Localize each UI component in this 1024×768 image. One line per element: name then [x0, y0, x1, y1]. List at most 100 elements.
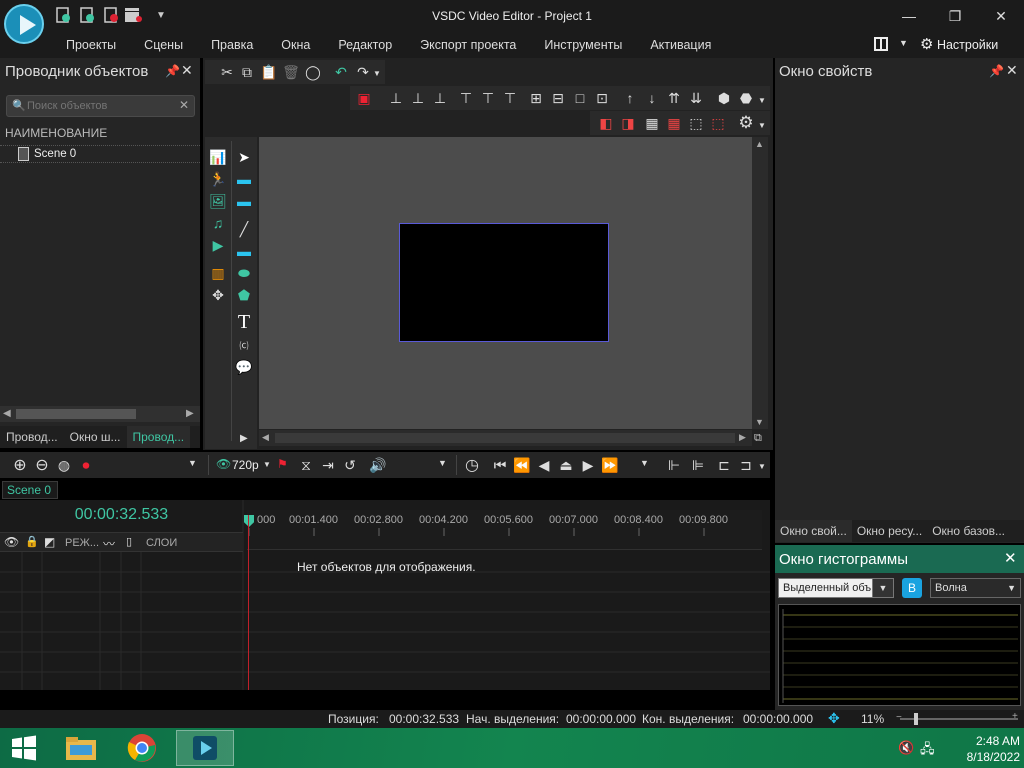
delete-icon[interactable]: 🗑	[281, 62, 301, 82]
resolution-dropdown-icon[interactable]: ▼	[263, 460, 271, 469]
snap-objects-icon[interactable]: ◨	[618, 113, 638, 133]
redo-icon[interactable]: ↷	[353, 62, 373, 82]
video-tool-icon[interactable]: ▶	[208, 235, 228, 255]
guides-icon[interactable]: ⬚	[686, 113, 706, 133]
tree-item-scene[interactable]: Scene 0	[0, 145, 200, 163]
preview-eye-icon[interactable]: 👁	[216, 457, 231, 471]
tools-expand-icon[interactable]: ▶	[240, 433, 248, 444]
go-start-icon[interactable]: ⏮	[490, 455, 510, 475]
menu-activation[interactable]: Активация	[636, 36, 725, 54]
vertical-scrollbar[interactable]: ▲ ▼	[752, 137, 768, 429]
bring-front-icon[interactable]: ⇈	[664, 88, 684, 108]
canvas-scroll-right-icon[interactable]: ▶	[739, 432, 746, 443]
audio-wave-icon[interactable]: 〰	[103, 535, 115, 552]
menu-export[interactable]: Экспорт проекта	[406, 36, 530, 54]
play-icon[interactable]: ▶	[578, 455, 598, 475]
multi-select-tool-icon[interactable]: ▬	[234, 191, 254, 211]
scroll-thumb[interactable]	[16, 409, 136, 419]
zoom-fit-icon[interactable]: ⊏	[714, 455, 734, 475]
tab-basic-effects[interactable]: Окно базов...	[927, 520, 1010, 542]
image-tool-icon[interactable]: 🖼	[208, 191, 228, 211]
histogram-source-dropdown-icon[interactable]: ▼	[872, 578, 894, 598]
audio-tool-icon[interactable]: ♫	[208, 213, 228, 233]
histogram-close-icon[interactable]: ✕	[1004, 549, 1017, 567]
canvas-scroll-thumb[interactable]	[275, 433, 735, 443]
menu-scenes[interactable]: Сцены	[130, 36, 197, 54]
move-tool-icon[interactable]: ✥	[208, 285, 228, 305]
stop-icon[interactable]: ⏏	[556, 455, 576, 475]
resolution-value[interactable]: 720p	[232, 458, 259, 472]
playhead-line[interactable]	[248, 515, 249, 690]
canvas-corner-icon[interactable]: ⧉	[754, 432, 762, 445]
layout-icon[interactable]	[873, 36, 889, 52]
paste-icon[interactable]: 📋	[259, 62, 279, 82]
preview-flag-icon[interactable]: ⚑	[277, 457, 288, 471]
free-shape-tool-icon[interactable]: ⬟	[234, 285, 254, 305]
menu-editor[interactable]: Редактор	[324, 36, 406, 54]
tl-tools-dropdown-icon[interactable]: ▼	[188, 458, 197, 468]
rectangle-tool-icon[interactable]: ▬	[234, 241, 254, 261]
layer-file-icon[interactable]: ▯	[126, 535, 132, 548]
menu-windows[interactable]: Окна	[267, 36, 324, 54]
blend-shapes-icon[interactable]: ◩	[44, 535, 55, 549]
minimize-icon[interactable]: —	[897, 6, 921, 26]
line-tool-icon[interactable]: ╱	[234, 219, 254, 239]
distribute-v-icon[interactable]: ⊟	[548, 88, 568, 108]
fast-forward-icon[interactable]: ⏩	[600, 455, 620, 475]
align-middle-icon[interactable]: ⊤	[478, 88, 498, 108]
blend-mode-header[interactable]: РЕЖ...	[65, 537, 99, 549]
rewind-icon[interactable]: ⏪	[512, 455, 532, 475]
zoom-slider-thumb[interactable]	[914, 713, 918, 725]
redo-dropdown-icon[interactable]: ▼	[373, 69, 381, 78]
ellipse-tool-icon[interactable]: ⬬	[234, 263, 254, 283]
file-explorer-icon[interactable]	[57, 730, 105, 766]
menu-edit[interactable]: Правка	[197, 36, 267, 54]
grid-dropdown-icon[interactable]: ▼	[758, 121, 766, 130]
timeline-scene-tab[interactable]: Scene 0	[2, 481, 58, 499]
tab-resources[interactable]: Окно ресу...	[852, 520, 927, 542]
pin-icon[interactable]: 📌	[165, 64, 180, 78]
align-dropdown-icon[interactable]: ▼	[758, 96, 766, 105]
zoom-slider[interactable]: − +	[896, 711, 1018, 725]
canvas-scroll-left-icon[interactable]: ◀	[262, 432, 269, 443]
histogram-mode-select[interactable]: Волна ▼	[930, 578, 1021, 598]
zoom-tracks-icon[interactable]: ⊐	[736, 455, 756, 475]
add-layer-icon[interactable]: ⊕	[10, 455, 30, 475]
vsdc-taskbar-icon[interactable]	[176, 730, 234, 766]
safe-zone-icon[interactable]: ⬚	[708, 113, 728, 133]
undo-icon[interactable]: ↶	[331, 62, 351, 82]
record-icon[interactable]: ⏺	[76, 455, 96, 475]
remove-layer-icon[interactable]: ⊖	[32, 455, 52, 475]
properties-close-icon[interactable]: ✕	[1006, 62, 1018, 79]
markers-icon[interactable]: ⊫	[688, 455, 708, 475]
scroll-right-icon[interactable]: ▶	[186, 408, 194, 419]
distribute-h-icon[interactable]: ⊞	[526, 88, 546, 108]
start-windows-icon[interactable]	[0, 730, 48, 766]
send-back-icon[interactable]: ⇊	[686, 88, 706, 108]
grid-snap-icon[interactable]: ▦	[664, 113, 684, 133]
group-icon[interactable]: ⬢	[714, 88, 734, 108]
channel-b-badge[interactable]: B	[902, 578, 922, 598]
tab-project-explorer[interactable]: Провод...	[126, 426, 191, 448]
canvas-horizontal-scrollbar[interactable]: ◀ ▶	[259, 430, 752, 446]
layers-header[interactable]: СЛОИ	[146, 537, 177, 549]
tl-dropdown-3-icon[interactable]: ▼	[640, 458, 649, 468]
loop-icon[interactable]: ↺	[340, 455, 360, 475]
copy-icon[interactable]: ⧉	[237, 62, 257, 82]
scroll-left-icon[interactable]: ◀	[3, 408, 11, 419]
align-center-icon[interactable]: ⊥	[408, 88, 428, 108]
spectrum-tool-icon[interactable]: ▥	[208, 263, 228, 283]
rect-select-tool-icon[interactable]: ▬	[234, 169, 254, 189]
ungroup-icon[interactable]: ⬣	[736, 88, 756, 108]
properties-pin-icon[interactable]: 📌	[989, 64, 1004, 78]
clear-search-icon[interactable]: ✕	[179, 98, 189, 112]
step-back-icon[interactable]: ◀	[534, 455, 554, 475]
tl-dropdown-4-icon[interactable]: ▼	[758, 462, 766, 471]
tab-object-explorer[interactable]: Провод...	[0, 426, 64, 448]
horizontal-scrollbar[interactable]: ◀ ▶	[0, 406, 200, 422]
visibility-eye-icon[interactable]: 👁	[4, 535, 19, 549]
subtitles-tool-icon[interactable]: ⒞	[234, 335, 254, 355]
volume-muted-icon[interactable]: 🔇	[898, 740, 914, 756]
clock-icon[interactable]: ◷	[462, 455, 482, 475]
grid-icon[interactable]: ▦	[642, 113, 662, 133]
